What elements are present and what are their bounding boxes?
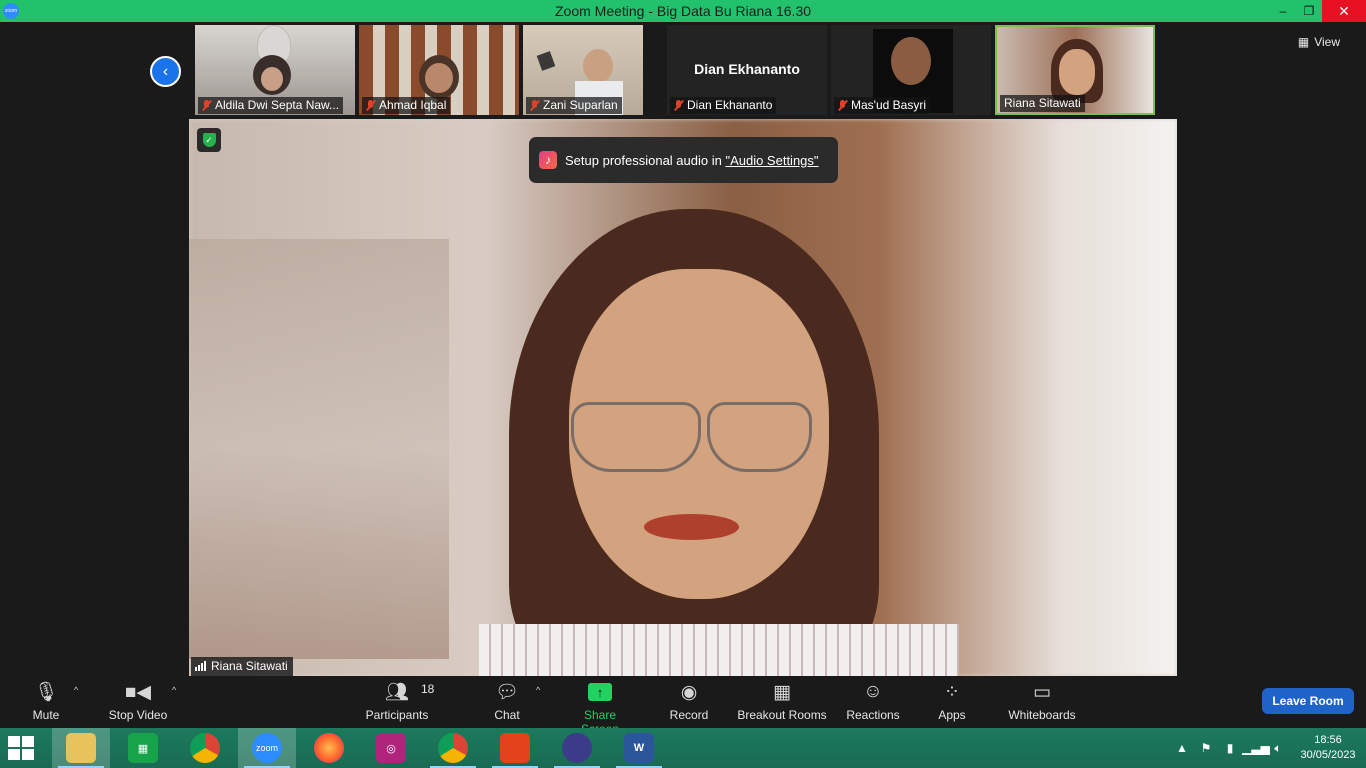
grid-icon: ▦ [1297, 35, 1310, 49]
mic-muted-icon [674, 99, 683, 111]
thumbnail-name: Zani Suparlan [526, 97, 622, 114]
restore-button[interactable]: ❐ [1296, 0, 1322, 22]
thumbnail-name: Ahmad Iqbal [362, 97, 451, 114]
breakout-rooms-button[interactable]: ▦ Breakout Rooms [736, 680, 828, 723]
thumbnail-dian[interactable]: Dian Ekhananto Dian Ekhananto [667, 25, 827, 115]
thumbnail-name: Dian Ekhananto [670, 97, 777, 114]
battery-icon[interactable]: ▮ [1218, 741, 1242, 755]
network-flag-icon[interactable]: ⚑ [1194, 741, 1218, 755]
mic-muted-icon [366, 99, 375, 111]
thumbnail-riana[interactable]: Riana Sitawati [995, 25, 1155, 115]
music-note-icon: ♪ [539, 151, 557, 169]
share-screen-icon: ↑ [588, 680, 612, 704]
active-speaker-video: ✓ ♪ Setup professional audio in "Audio S… [189, 119, 1177, 676]
record-icon: ◉ [680, 681, 698, 703]
window-title: Zoom Meeting - Big Data Bu Riana 16.30 [554, 3, 812, 19]
toast-text: Setup professional audio in "Audio Setti… [565, 152, 819, 168]
audio-settings-toast: ♪ Setup professional audio in "Audio Set… [529, 137, 838, 183]
view-button[interactable]: ▦ View [1298, 35, 1340, 49]
leave-room-button[interactable]: Leave Room [1262, 688, 1354, 714]
clock-time: 18:56 [1314, 734, 1342, 746]
mic-muted-icon [202, 99, 211, 111]
file-explorer-taskbar-icon[interactable] [52, 728, 110, 768]
reactions-button[interactable]: ☺ Reactions [846, 680, 900, 722]
chat-bubble-icon: 💬︎ [494, 682, 520, 703]
whiteboard-icon: ▭ [1033, 681, 1051, 703]
zoom-taskbar-icon[interactable]: zoom [238, 728, 296, 768]
whiteboards-button[interactable]: ▭ Whiteboards [1006, 680, 1078, 723]
taskbar-clock[interactable]: 18:56 30/05/2023 [1290, 733, 1366, 763]
breakout-rooms-icon: ▦ [773, 681, 791, 703]
wifi-signal-icon[interactable]: ▁▃▅ [1242, 741, 1270, 755]
thumbnail-name: Aldila Dwi Septa Naw... [198, 97, 344, 114]
participants-icon: 👥︎ 18 [384, 682, 435, 703]
signal-strength-icon [195, 661, 206, 671]
window-controls: – ❐ ✕ [1270, 0, 1366, 22]
apps-icon: ⁘ [944, 681, 960, 703]
mute-button[interactable]: 🎙︎ Mute [28, 680, 64, 722]
system-tray: ▲ ⚑ ▮ ▁▃▅ 🔈︎ 18:56 30/05/2023 [1170, 728, 1366, 768]
app-taskbar-icon[interactable] [548, 728, 606, 768]
firefox-taskbar-icon[interactable] [300, 728, 358, 768]
store-taskbar-icon[interactable]: ▦ [114, 728, 172, 768]
meeting-stage: ‹ ▦ View Aldila Dwi Septa Naw... Ahmad I… [0, 22, 1366, 676]
thumbnail-aldila[interactable]: Aldila Dwi Septa Naw... [195, 25, 355, 115]
volume-icon[interactable]: 🔈︎ [1266, 741, 1290, 756]
thumbnail-masud[interactable]: Mas'ud Basyri [831, 25, 991, 115]
previous-page-button[interactable]: ‹ [150, 56, 181, 87]
stop-video-button[interactable]: ■◀ Stop Video [106, 680, 170, 723]
chevron-left-icon: ‹ [162, 62, 169, 80]
windows-start-icon[interactable] [8, 736, 36, 760]
minimize-button[interactable]: – [1270, 0, 1296, 22]
chat-button[interactable]: 💬︎ Chat [492, 680, 522, 722]
camera-taskbar-icon[interactable]: ◎ [362, 728, 420, 768]
audio-options-caret[interactable]: ^ [74, 685, 78, 695]
show-hidden-icons-icon[interactable]: ▲ [1170, 741, 1194, 755]
windows-taskbar: ▦ zoom ◎ W ▲ ⚑ ▮ ▁▃▅ 🔈︎ 18:56 30/05/2023 [0, 728, 1366, 768]
thumbnail-ahmad[interactable]: Ahmad Iqbal [359, 25, 519, 115]
thumbnail-name: Mas'ud Basyri [834, 97, 930, 114]
thumbnail-name: Riana Sitawati [1000, 95, 1085, 112]
word-taskbar-icon[interactable]: W [610, 728, 668, 768]
thumbnail-zani[interactable]: Zani Suparlan [523, 25, 643, 115]
office-taskbar-icon[interactable] [486, 728, 544, 768]
chrome-profile-taskbar-icon[interactable] [424, 728, 482, 768]
mic-muted-icon [838, 99, 847, 111]
record-button[interactable]: ◉ Record [668, 680, 710, 723]
title-bar: zoom Zoom Meeting - Big Data Bu Riana 16… [0, 0, 1366, 22]
chat-options-caret[interactable]: ^ [536, 685, 540, 695]
video-options-caret[interactable]: ^ [172, 685, 176, 695]
close-button[interactable]: ✕ [1322, 0, 1366, 22]
mic-muted-icon [530, 99, 539, 111]
chrome-taskbar-icon[interactable] [176, 728, 234, 768]
view-label: View [1314, 35, 1340, 49]
speaker-name-label: Riana Sitawati [191, 657, 293, 676]
encryption-shield-icon[interactable]: ✓ [197, 128, 221, 152]
apps-button[interactable]: ⁘ Apps [936, 680, 968, 723]
video-camera-icon: ■◀ [124, 681, 152, 703]
participant-thumbnail-strip: Aldila Dwi Septa Naw... Ahmad Iqbal Zani… [195, 25, 1155, 115]
meeting-toolbar: 🎙︎ Mute ^ ■◀ Stop Video ^ 👥︎ 18 Participa… [0, 676, 1366, 736]
microphone-icon: 🎙︎ [33, 682, 59, 703]
clock-date: 30/05/2023 [1300, 749, 1356, 761]
smiley-icon: ☺ [863, 681, 883, 702]
audio-settings-link[interactable]: "Audio Settings" [725, 153, 818, 168]
participant-display-name: Dian Ekhananto [694, 61, 800, 77]
participants-count: 18 [420, 682, 435, 696]
participants-button[interactable]: 👥︎ 18 Participants [364, 680, 435, 722]
